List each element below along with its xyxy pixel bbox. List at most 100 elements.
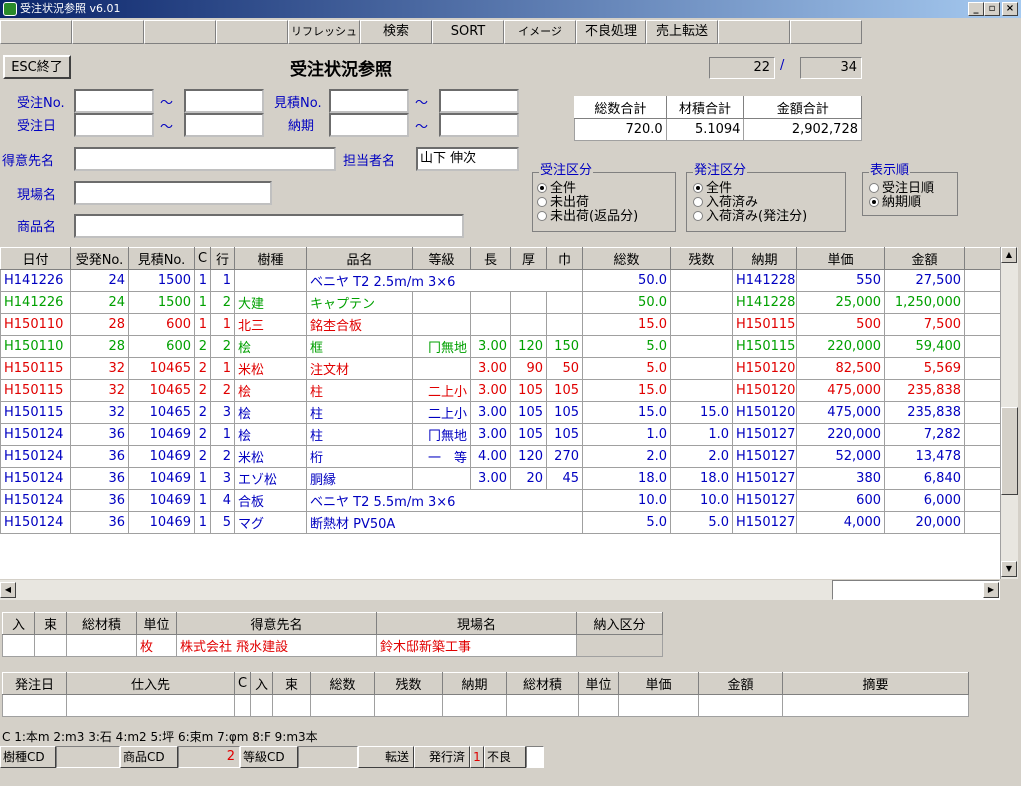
- table-row[interactable]: H150124 36 10469 1 4 合板 ベニヤ T2 5.5m/m 3×6 10.0 1…: [0, 489, 1000, 512]
- nouki-to-input[interactable]: [439, 113, 519, 137]
- table-row[interactable]: H141226 24 1500 1 1 ベニヤ T2 2.5m/m 3×6 50.0 H141…: [0, 269, 1000, 292]
- defect-value: [526, 746, 544, 768]
- table-row[interactable]: H150124 36 10469 1 3 エゾ松 胴縁 3.00 20 45 18.0 18.0 H15…: [0, 467, 1000, 490]
- maximize-button[interactable]: ▫: [984, 2, 1000, 16]
- grid-header-col-2[interactable]: 見積No.: [128, 247, 195, 270]
- grid-cell-単価: 25,000: [796, 291, 885, 314]
- detail-volume-value: [66, 634, 137, 657]
- detail-customer-value: 株式会社 飛水建設: [176, 634, 377, 657]
- grid-header-col-13[interactable]: 納期: [732, 247, 797, 270]
- grid-header-col-5[interactable]: 樹種: [234, 247, 307, 270]
- grid-header-col-1[interactable]: 受発No.: [70, 247, 129, 270]
- defect-process-button[interactable]: 不良処理: [576, 20, 646, 44]
- image-button[interactable]: イメージ: [504, 20, 576, 44]
- grid-header-col-9[interactable]: 厚: [510, 247, 547, 270]
- hatchu-received-radio[interactable]: 入荷済み: [693, 196, 758, 210]
- nouki-from-input[interactable]: [329, 113, 409, 137]
- grid-header-col-3[interactable]: C: [194, 247, 211, 270]
- genba-input[interactable]: [74, 181, 272, 205]
- grid-cell-納期: H150115: [732, 335, 797, 358]
- grid-cell-厚: 90: [510, 357, 547, 380]
- sales-transfer-button[interactable]: 売上転送: [646, 20, 718, 44]
- grid-header-col-10[interactable]: 巾: [546, 247, 583, 270]
- grid-cell-残数: [670, 379, 733, 402]
- hatchu-received-order-radio[interactable]: 入荷済み(発注分): [693, 210, 807, 224]
- table-row[interactable]: H150124 36 10469 1 5 マグ 断熱材 PV50A 5.0 5.0 H150127…: [0, 511, 1000, 534]
- grid-cell-単価: 220,000: [796, 335, 885, 358]
- purchase-header-col-10: 単価: [618, 672, 699, 695]
- scroll-up-icon[interactable]: ▲: [1001, 247, 1017, 263]
- esc-exit-button[interactable]: ESC終了: [3, 55, 71, 79]
- shohin-input[interactable]: [74, 214, 464, 238]
- mitsumori-label: 見積No.: [274, 96, 322, 111]
- juchu-no-to-input[interactable]: [184, 89, 264, 113]
- unit-code-legend: C 1:本m 2:m3 3:石 4:m2 5:坪 6:束m 7:φm 8:F 9…: [2, 730, 318, 744]
- tanto-input[interactable]: 山下 伸次: [416, 147, 519, 171]
- grid-cell-C: 1: [194, 467, 211, 490]
- grid-header-col-6[interactable]: 品名: [306, 247, 413, 270]
- grid-cell-長: 3.00: [470, 335, 511, 358]
- close-button[interactable]: ×: [1002, 2, 1018, 16]
- grid-row-spacer: [964, 335, 1000, 358]
- toolbar-empty-2: [72, 20, 144, 44]
- grid-cell-C: 2: [194, 357, 211, 380]
- scroll-right-icon[interactable]: ▶: [983, 582, 999, 598]
- grid-cell-行: 5: [210, 511, 235, 534]
- refresh-button[interactable]: リフレッシュ: [288, 20, 360, 44]
- scroll-down-icon[interactable]: ▼: [1001, 561, 1017, 577]
- search-button[interactable]: 検索: [360, 20, 432, 44]
- grid-cell-品名: 柱: [306, 401, 413, 424]
- juchu-all-radio[interactable]: 全件: [537, 182, 576, 196]
- mitsumori-from-input[interactable]: [329, 89, 409, 113]
- grid-cell-金額: 7,500: [884, 313, 965, 336]
- scroll-left-icon[interactable]: ◀: [0, 582, 16, 598]
- grid-row-spacer: [964, 445, 1000, 468]
- hatchu-all-radio[interactable]: 全件: [693, 182, 732, 196]
- table-row[interactable]: H141226 24 1500 1 2 大建 キャプテン 50.0 H141228 25,000 1…: [0, 291, 1000, 314]
- minimize-button[interactable]: _: [968, 2, 984, 16]
- table-row[interactable]: H150115 32 10465 2 2 桧柱二上小 3.00 105 105 15.0 H1501…: [0, 379, 1000, 402]
- defect-count: 1: [470, 746, 484, 768]
- grid-cell-樹種: 桧: [234, 423, 307, 446]
- grid-cell-総数: 1.0: [582, 423, 671, 446]
- grid-cell-納期: H150127: [732, 489, 797, 512]
- tokuisaki-input[interactable]: [74, 147, 336, 171]
- grid-header-col-15[interactable]: 金額: [884, 247, 965, 270]
- grid-header-col-14[interactable]: 単価: [796, 247, 885, 270]
- grid-cell-総数: 15.0: [582, 313, 671, 336]
- mitsumori-to-input[interactable]: [439, 89, 519, 113]
- grid-header-col-7[interactable]: 等級: [412, 247, 471, 270]
- grid-header-col-4[interactable]: 行: [210, 247, 235, 270]
- grid-cell-品名: 框: [306, 335, 413, 358]
- juchu-unshipped-radio[interactable]: 未出荷: [537, 196, 589, 210]
- table-row[interactable]: H150110 28 600 2 2 桧框冂無地 3.00 120 150 5.0 H150115 2…: [0, 335, 1000, 358]
- grid-cell-残数: [670, 269, 733, 292]
- juchu-unshipped-return-radio[interactable]: 未出荷(返品分): [537, 210, 638, 224]
- juchu-bi-from-input[interactable]: [74, 113, 154, 137]
- juchu-no-from-input[interactable]: [74, 89, 154, 113]
- vertical-scrollbar[interactable]: ▲ ▼: [1000, 247, 1018, 579]
- grid-header-col-12[interactable]: 残数: [670, 247, 733, 270]
- vertical-scroll-thumb[interactable]: [1001, 407, 1018, 495]
- sort-button[interactable]: SORT: [432, 20, 504, 44]
- table-row[interactable]: H150110 28 600 1 1 北三 銘杢合板 15.0 H150115 500 7,500: [0, 313, 1000, 336]
- grid-cell-残数: 18.0: [670, 467, 733, 490]
- grid-cell-見積No.: 1500: [128, 269, 195, 292]
- grid-row-spacer: [964, 357, 1000, 380]
- grid-header-col-8[interactable]: 長: [470, 247, 511, 270]
- table-row[interactable]: H150124 36 10469 2 1 桧柱冂無地 3.00 105 105 1.0 1.0 H15…: [0, 423, 1000, 446]
- grid-header-col-0[interactable]: 日付: [0, 247, 71, 270]
- delivery-date-sort-radio[interactable]: 納期順: [869, 196, 921, 210]
- grid-cell-厚: 105: [510, 379, 547, 402]
- toolbar-empty-3: [144, 20, 216, 44]
- juchu-bi-to-input[interactable]: [184, 113, 264, 137]
- horizontal-scroll-area[interactable]: [832, 580, 1000, 600]
- table-row[interactable]: H150115 32 10465 2 1 米松 注文材 3.00 90 50 5.0 H150120 8…: [0, 357, 1000, 380]
- grid-header-col-11[interactable]: 総数: [582, 247, 671, 270]
- table-row[interactable]: H150115 32 10465 2 3 桧柱二上小 3.00 105 105 15.0 15.0 H…: [0, 401, 1000, 424]
- grid-cell-樹種: [234, 269, 307, 292]
- table-row[interactable]: H150124 36 10469 2 2 米松桁一 等 4.00 120 270 2.0 2.0 H1…: [0, 445, 1000, 468]
- defect-label: 不良: [484, 746, 526, 768]
- horizontal-scrollbar[interactable]: ◀: [0, 580, 832, 600]
- order-date-sort-radio[interactable]: 受注日順: [869, 182, 934, 196]
